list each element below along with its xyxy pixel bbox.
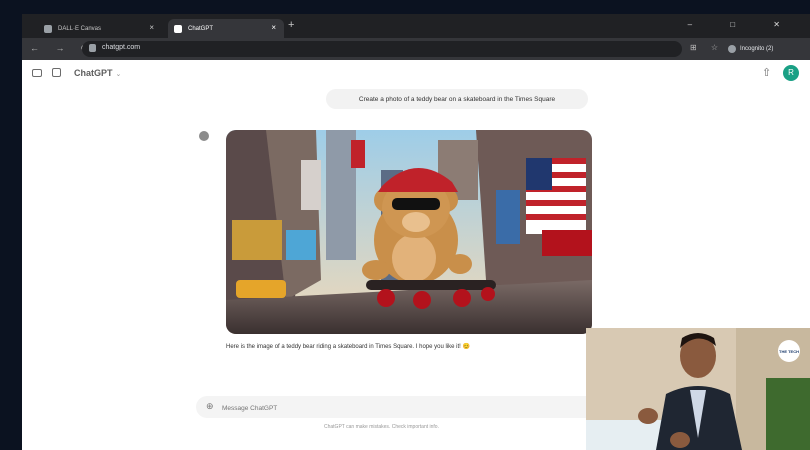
tab-close-icon[interactable]: × bbox=[271, 23, 276, 32]
site-info-icon[interactable] bbox=[89, 44, 96, 52]
flag-billboard bbox=[526, 158, 586, 234]
generated-image[interactable] bbox=[226, 130, 592, 334]
message-input[interactable] bbox=[220, 400, 524, 416]
tab-label: DALL·E Canvas bbox=[58, 25, 102, 32]
user-message-text: Create a photo of a teddy bear on a skat… bbox=[358, 95, 556, 103]
browser-tab-1[interactable]: DALL·E Canvas × bbox=[38, 19, 162, 38]
attach-icon[interactable]: ⊕ bbox=[206, 401, 214, 412]
new-chat-icon[interactable] bbox=[52, 68, 61, 77]
avatar[interactable]: R bbox=[783, 65, 799, 81]
address-bar[interactable]: chatgpt.com bbox=[82, 41, 682, 57]
assistant-reply: Here is the image of a teddy bear riding… bbox=[226, 344, 470, 350]
profile-label: Incognito (2) bbox=[740, 46, 774, 52]
url-text: chatgpt.com bbox=[102, 44, 141, 51]
browser-toolbar: ← → ⟳ chatgpt.com ⊞ ☆ Incognito (2) bbox=[22, 38, 810, 60]
share-icon[interactable]: ⇧ bbox=[762, 66, 771, 79]
presenter-video bbox=[586, 328, 810, 450]
tab-label: ChatGPT bbox=[188, 25, 214, 32]
tab-close-icon[interactable]: × bbox=[149, 23, 154, 32]
profile-button[interactable]: Incognito (2) bbox=[728, 42, 796, 56]
channel-logo: THE TECH bbox=[778, 340, 800, 362]
app-header: ChatGPT ⌄ ⇧ R bbox=[22, 60, 810, 88]
tab-favicon-icon bbox=[174, 24, 182, 33]
tab-favicon-icon bbox=[44, 24, 52, 33]
window-controls[interactable]: – □ ✕ bbox=[688, 20, 798, 29]
toolbar-icons[interactable]: ⊞ ☆ bbox=[690, 43, 724, 52]
webcam-overlay bbox=[586, 328, 810, 450]
model-label: ChatGPT bbox=[74, 68, 113, 78]
footer-disclaimer: ChatGPT can make mistakes. Check importa… bbox=[324, 424, 439, 430]
new-tab-button[interactable]: + bbox=[288, 19, 294, 31]
browser-tab-2[interactable]: ChatGPT × bbox=[168, 19, 284, 38]
sidebar-toggle-icon[interactable] bbox=[32, 69, 42, 77]
message-composer: ⊕ bbox=[196, 396, 596, 418]
teddy-bear-times-square-image bbox=[226, 130, 592, 334]
chevron-down-icon: ⌄ bbox=[115, 71, 122, 78]
browser-tab-bar: DALL·E Canvas × ChatGPT × + – □ ✕ bbox=[22, 14, 810, 38]
assistant-avatar-icon bbox=[199, 131, 209, 141]
user-message-bubble: Create a photo of a teddy bear on a skat… bbox=[326, 89, 588, 109]
model-selector[interactable]: ChatGPT ⌄ bbox=[74, 68, 121, 78]
incognito-icon bbox=[728, 45, 736, 53]
